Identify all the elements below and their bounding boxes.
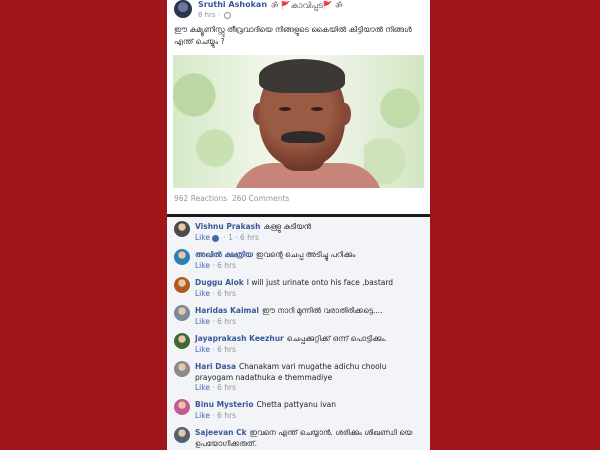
comment-meta: Like · 6 hrs — [195, 261, 236, 270]
commenter-avatar[interactable] — [174, 399, 190, 415]
comment-body: അഖിൽ ക്ഷത്രിയ ഇവന്റെ ചെപ്പ അടിച്ചു പറിക്ക… — [195, 249, 427, 260]
comment-meta: Like · 6 hrs — [195, 345, 236, 354]
comment-timestamp[interactable]: · 1 · 6 hrs — [221, 233, 259, 242]
foliage-left — [173, 55, 243, 188]
author-avatar[interactable] — [174, 0, 192, 18]
like-button[interactable]: Like — [195, 345, 210, 354]
like-reaction-icon — [211, 234, 219, 242]
commenter-name[interactable]: Jayaprakash Keezhur — [195, 334, 284, 343]
commenter-name[interactable]: Duggu Alok — [195, 278, 244, 287]
like-button[interactable]: Like — [195, 233, 210, 242]
like-button[interactable]: Like — [195, 411, 210, 420]
comment: അഖിൽ ക്ഷത്രിയ ഇവന്റെ ചെപ്പ അടിച്ചു പറിക്ക… — [167, 249, 430, 275]
comment-text: ഈ നാറി മുന്നിൽ വരാതിരിക്കട്ടെ.... — [262, 306, 383, 315]
commenter-name[interactable]: Hari Dasa — [195, 362, 236, 371]
like-button[interactable]: Like — [195, 383, 210, 392]
commenter-avatar[interactable] — [174, 249, 190, 265]
commenter-avatar[interactable] — [174, 305, 190, 321]
comment-timestamp[interactable]: · 6 hrs — [210, 383, 236, 392]
photo-hair — [259, 59, 345, 93]
comment-body: Jayaprakash Keezhur ചെപ്പക്കുറ്റിക്ക് ഒന്… — [195, 333, 427, 344]
comments-count[interactable]: 260 Comments — [232, 194, 289, 203]
commenter-name[interactable]: Sajeevan Ck — [195, 428, 247, 437]
comment-body: Sajeevan Ck ഇവനെ എന്ത് ചെയ്യാൻ. ശരിക്കും … — [195, 427, 427, 449]
commenter-avatar[interactable] — [174, 361, 190, 377]
comment: Binu Mysterio Chetta pattyanu ivan Like · … — [167, 399, 430, 425]
comment-timestamp[interactable]: · 6 hrs — [210, 345, 236, 354]
comment-meta: Like · 6 hrs — [195, 317, 236, 326]
commenter-avatar[interactable] — [174, 277, 190, 293]
comment: Sajeevan Ck ഇവനെ എന്ത് ചെയ്യാൻ. ശരിക്കും … — [167, 427, 430, 450]
commenter-avatar[interactable] — [174, 221, 190, 237]
comment-timestamp[interactable]: · 6 hrs — [210, 317, 236, 326]
like-button[interactable]: Like — [195, 317, 210, 326]
commenter-avatar[interactable] — [174, 333, 190, 349]
comment-text: Chetta pattyanu ivan — [256, 400, 337, 409]
commenter-name[interactable]: Vishnu Prakash — [195, 222, 260, 231]
public-globe-icon — [224, 12, 231, 19]
comment: Haridas Kaimal ഈ നാറി മുന്നിൽ വരാതിരിക്കട… — [167, 305, 430, 331]
comment-meta: Like · 1 · 6 hrs — [195, 233, 259, 242]
facebook-post-card: Sruthi Ashokan ॐ 🚩കാവിപ്പട🚩 ॐ 6 hrs · ഈ … — [167, 0, 430, 450]
comment-meta: Like · 6 hrs — [195, 411, 236, 420]
comment: Vishnu Prakash കള്ളു കുടിയൻ Like · 1 · 6 h… — [167, 221, 430, 247]
commenter-name[interactable]: അഖിൽ ക്ഷത്രിയ — [195, 250, 253, 259]
comment-meta: Like · 6 hrs — [195, 289, 236, 298]
foliage-right — [364, 55, 424, 188]
comment-body: Hari Dasa Chanakam vari mugathe adichu ch… — [195, 361, 427, 383]
comment: Duggu Alok I will just urinate onto his f… — [167, 277, 430, 303]
comment-meta: Like · 6 hrs — [195, 383, 236, 392]
comments-section: Vishnu Prakash കള്ളു കുടിയൻ Like · 1 · 6 h… — [167, 217, 430, 450]
photo-eye-right — [311, 107, 323, 111]
comment-text: ചെപ്പക്കുറ്റിക്ക് ഒന്ന് പൊട്ടിക്കും. — [286, 334, 387, 343]
photo-mustache — [281, 131, 325, 143]
post-text: ഈ കമ്യൂണിസ്റ്റു തീവ്രവാദിയെ നിങ്ങളുടെ കൈ… — [174, 25, 412, 46]
post-timestamp[interactable]: 6 hrs · — [198, 11, 220, 19]
comment-body: Haridas Kaimal ഈ നാറി മുന്നിൽ വരാതിരിക്കട… — [195, 305, 427, 316]
post-author[interactable]: Sruthi Ashokan — [198, 0, 267, 9]
comment: Jayaprakash Keezhur ചെപ്പക്കുറ്റിക്ക് ഒന്… — [167, 333, 430, 359]
comment-timestamp[interactable]: · 6 hrs — [210, 411, 236, 420]
like-button[interactable]: Like — [195, 261, 210, 270]
post-photo[interactable] — [173, 55, 424, 188]
author-flair: ॐ 🚩കാവിപ്പട🚩 ॐ — [271, 1, 343, 10]
comment-body: Duggu Alok I will just urinate onto his f… — [195, 277, 427, 288]
comment: Hari Dasa Chanakam vari mugathe adichu ch… — [167, 361, 430, 397]
comment-body: Vishnu Prakash കള്ളു കുടിയൻ — [195, 221, 427, 232]
reactions-count[interactable]: 962 Reactions — [174, 194, 227, 203]
comment-text: ഇവന്റെ ചെപ്പ അടിച്ചു പറിക്കും — [255, 250, 356, 259]
comment-text: കള്ളു കുടിയൻ — [263, 222, 312, 231]
commenter-name[interactable]: Binu Mysterio — [195, 400, 254, 409]
post: Sruthi Ashokan ॐ 🚩കാവിപ്പട🚩 ॐ 6 hrs · ഈ … — [167, 0, 430, 214]
comment-timestamp[interactable]: · 6 hrs — [210, 261, 236, 270]
like-button[interactable]: Like — [195, 289, 210, 298]
comment-body: Binu Mysterio Chetta pattyanu ivan — [195, 399, 427, 410]
commenter-name[interactable]: Haridas Kaimal — [195, 306, 259, 315]
comment-text: I will just urinate onto his face ,basta… — [246, 278, 394, 287]
post-stats: 962 Reactions 260 Comments — [174, 194, 289, 203]
comment-timestamp[interactable]: · 6 hrs — [210, 289, 236, 298]
commenter-avatar[interactable] — [174, 427, 190, 443]
photo-eye-left — [279, 107, 291, 111]
